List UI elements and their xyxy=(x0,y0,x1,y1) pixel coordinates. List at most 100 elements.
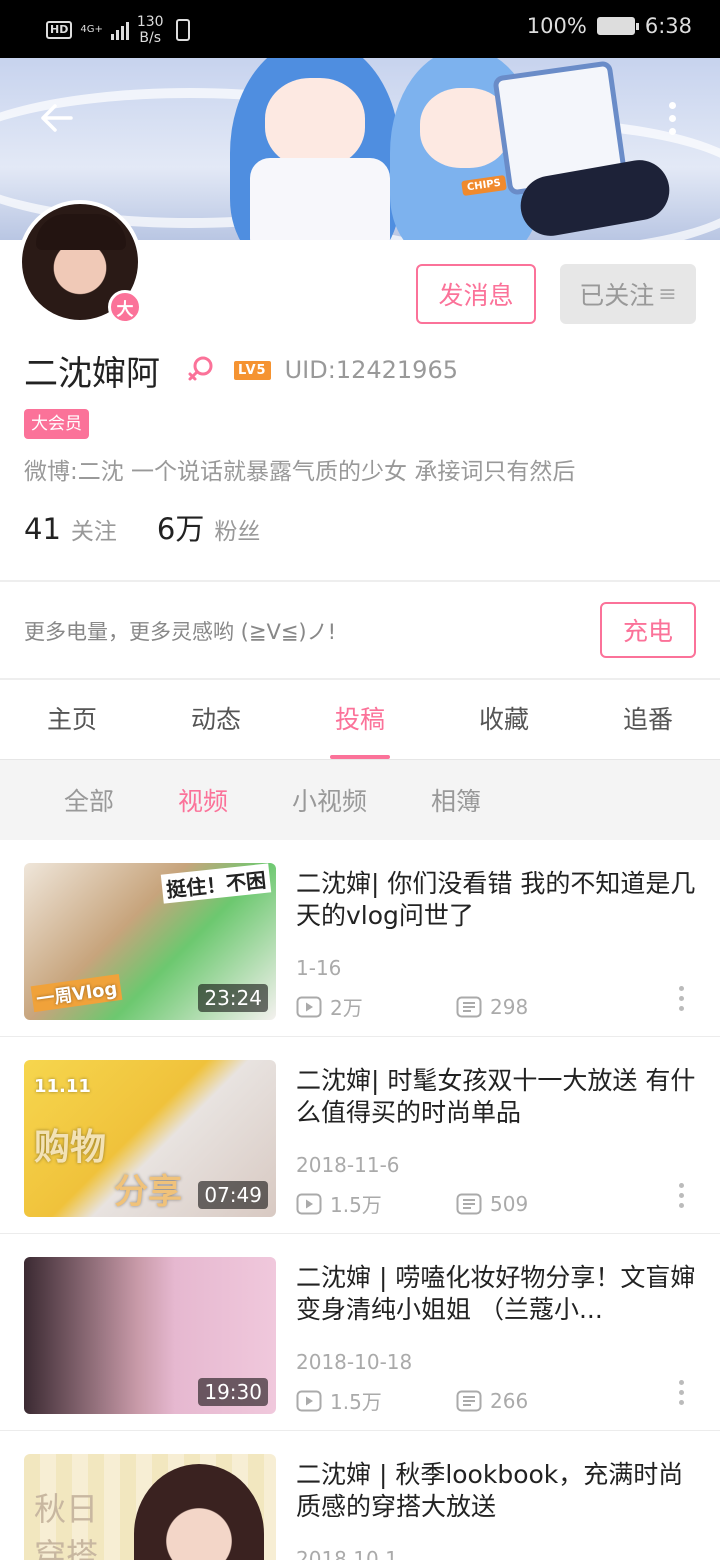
followers-label[interactable]: 粉丝 xyxy=(214,512,260,546)
network-type: 4G+ xyxy=(80,24,103,35)
play-count: 1.5万 xyxy=(296,1189,456,1218)
video-stats: 1.5万 509 xyxy=(296,1189,528,1218)
video-stats: 1.5万 266 xyxy=(296,1386,528,1415)
menu-icon: ≡ xyxy=(658,281,677,307)
video-title: 二沈婶 | 秋季lookbook，充满时尚质感的穿搭大放送 xyxy=(296,1460,684,1521)
thumbnail-caption: 秋日 xyxy=(34,1490,99,1528)
tab-uploads[interactable]: 投稿 xyxy=(288,680,432,759)
subtab-all[interactable]: 全部 xyxy=(32,782,146,818)
video-stats: 2万 298 xyxy=(296,992,528,1021)
thumbnail-caption: 分享 xyxy=(114,1172,182,1212)
more-options-button[interactable] xyxy=(652,94,692,142)
follow-stats: 41 关注 6万 粉丝 xyxy=(24,506,300,548)
video-title: 二沈婶| 时髦女孩双十一大放送 有什么值得买的时尚单品 xyxy=(296,1066,696,1127)
video-more-button[interactable] xyxy=(679,986,684,1011)
video-thumbnail[interactable]: 挺住！不困 一周Vlog 23:24 xyxy=(24,863,276,1020)
tab-favorites[interactable]: 收藏 xyxy=(432,680,576,759)
thumbnail-caption: 一周Vlog xyxy=(30,973,123,1013)
thumbnail-caption: 购物 xyxy=(34,1127,107,1168)
status-bar: HD 4G+ 130 B/s 100% 6:38 xyxy=(0,0,720,58)
comment-count-value: 509 xyxy=(490,1191,529,1216)
following-count[interactable]: 41 xyxy=(24,512,61,546)
hd-icon: HD xyxy=(46,21,73,39)
followers-count[interactable]: 6万 xyxy=(157,506,204,548)
video-item[interactable]: 11.11 购物 分享 07:49 二沈婶| 时髦女孩双十一大放送 有什么值得买… xyxy=(0,1037,720,1234)
video-date: 1-16 xyxy=(296,956,342,980)
play-count-value: 2万 xyxy=(330,996,363,1020)
play-count: 2万 xyxy=(296,992,456,1021)
video-thumbnail[interactable]: 11.11 购物 分享 07:49 xyxy=(24,1060,276,1217)
back-button[interactable] xyxy=(30,92,82,144)
video-thumbnail[interactable]: 19:30 xyxy=(24,1257,276,1414)
play-icon xyxy=(296,1193,322,1214)
followed-button[interactable]: 已关注 ≡ xyxy=(560,264,696,324)
thumbnail-caption: 11.11 xyxy=(34,1076,91,1097)
name-row: 二沈婶阿 LV5 UID:12421965 xyxy=(24,344,458,396)
speed-unit: B/s xyxy=(139,30,162,46)
dot-icon xyxy=(679,986,684,991)
send-message-button[interactable]: 发消息 xyxy=(416,264,536,324)
dot-icon xyxy=(679,1400,684,1405)
profile-tabs: 主页 动态 投稿 收藏 追番 xyxy=(0,680,720,760)
video-more-button[interactable] xyxy=(679,1183,684,1208)
comment-count: 298 xyxy=(456,995,528,1019)
tab-dynamics[interactable]: 动态 xyxy=(144,680,288,759)
dot-icon xyxy=(668,114,676,122)
danmaku-icon xyxy=(456,1193,482,1214)
upload-subtabs: 全部 视频 小视频 相簿 xyxy=(0,760,720,840)
video-duration: 23:24 xyxy=(198,984,268,1012)
video-date: 2018-10-18 xyxy=(296,1350,413,1374)
dot-icon xyxy=(679,1203,684,1208)
play-icon xyxy=(296,1390,322,1411)
subtab-short-videos[interactable]: 小视频 xyxy=(260,782,399,818)
danmaku-icon xyxy=(456,1390,482,1411)
dot-icon xyxy=(679,1193,684,1198)
dot-icon xyxy=(679,1390,684,1395)
video-item[interactable]: 秋日 穿搭 二沈婶 | 秋季lookbook，充满时尚质感的穿搭大放送 2018… xyxy=(0,1431,720,1560)
play-count-value: 1.5万 xyxy=(330,1193,382,1217)
signal-icon xyxy=(110,20,129,40)
video-item[interactable]: 19:30 二沈婶 | 唠嗑化妆好物分享！文盲婶变身清纯小姐姐 （兰蔻小... … xyxy=(0,1234,720,1431)
user-name: 二沈婶阿 xyxy=(24,353,160,394)
user-uid: UID:12421965 xyxy=(284,356,458,384)
vip-badge: 大 xyxy=(108,290,142,324)
video-duration: 07:49 xyxy=(198,1181,268,1209)
dot-icon xyxy=(668,127,676,135)
network-speed: 130 B/s xyxy=(137,14,164,46)
subtab-albums[interactable]: 相簿 xyxy=(399,782,513,818)
dot-icon xyxy=(679,996,684,1001)
charge-button[interactable]: 充电 xyxy=(600,602,696,658)
battery-icon xyxy=(596,17,639,35)
video-title: 二沈婶 | 唠嗑化妆好物分享！文盲婶变身清纯小姐姐 （兰蔻小... xyxy=(296,1263,696,1324)
thumbnail-caption: 挺住！不困 xyxy=(160,863,272,904)
tab-home[interactable]: 主页 xyxy=(0,680,144,759)
tab-bangumi[interactable]: 追番 xyxy=(576,680,720,759)
divider xyxy=(0,580,720,582)
battery-percent: 100% xyxy=(526,14,587,38)
video-thumbnail[interactable]: 秋日 穿搭 xyxy=(24,1454,276,1560)
subtab-videos[interactable]: 视频 xyxy=(146,782,260,818)
comment-count-value: 266 xyxy=(490,1388,529,1413)
vibrate-icon xyxy=(175,19,190,41)
video-item[interactable]: 挺住！不困 一周Vlog 23:24 二沈婶| 你们没看错 我的不知道是几天的v… xyxy=(0,840,720,1037)
video-list: 挺住！不困 一周Vlog 23:24 二沈婶| 你们没看错 我的不知道是几天的v… xyxy=(0,840,720,1560)
speed-value: 130 xyxy=(136,14,164,30)
level-badge: LV5 xyxy=(234,360,271,380)
clock: 6:38 xyxy=(644,14,692,38)
play-count-value: 1.5万 xyxy=(330,1390,382,1414)
status-right: 100% 6:38 xyxy=(527,14,692,38)
comment-count: 266 xyxy=(456,1389,528,1413)
dot-icon xyxy=(679,1006,684,1011)
video-date: 2018-11-6 xyxy=(296,1153,400,1177)
following-label[interactable]: 关注 xyxy=(71,512,117,546)
user-bio: 微博:二沈 一个说话就暴露气质的少女 承接词只有然后 xyxy=(24,459,576,485)
danmaku-icon xyxy=(456,996,482,1017)
comment-count-value: 298 xyxy=(490,994,529,1019)
video-duration: 19:30 xyxy=(198,1378,268,1406)
video-more-button[interactable] xyxy=(679,1380,684,1405)
dot-icon xyxy=(668,101,676,109)
comment-count: 509 xyxy=(456,1192,528,1216)
dot-icon xyxy=(679,1380,684,1385)
video-title: 二沈婶| 你们没看错 我的不知道是几天的vlog问世了 xyxy=(296,869,696,930)
followed-label: 已关注 xyxy=(579,281,655,310)
